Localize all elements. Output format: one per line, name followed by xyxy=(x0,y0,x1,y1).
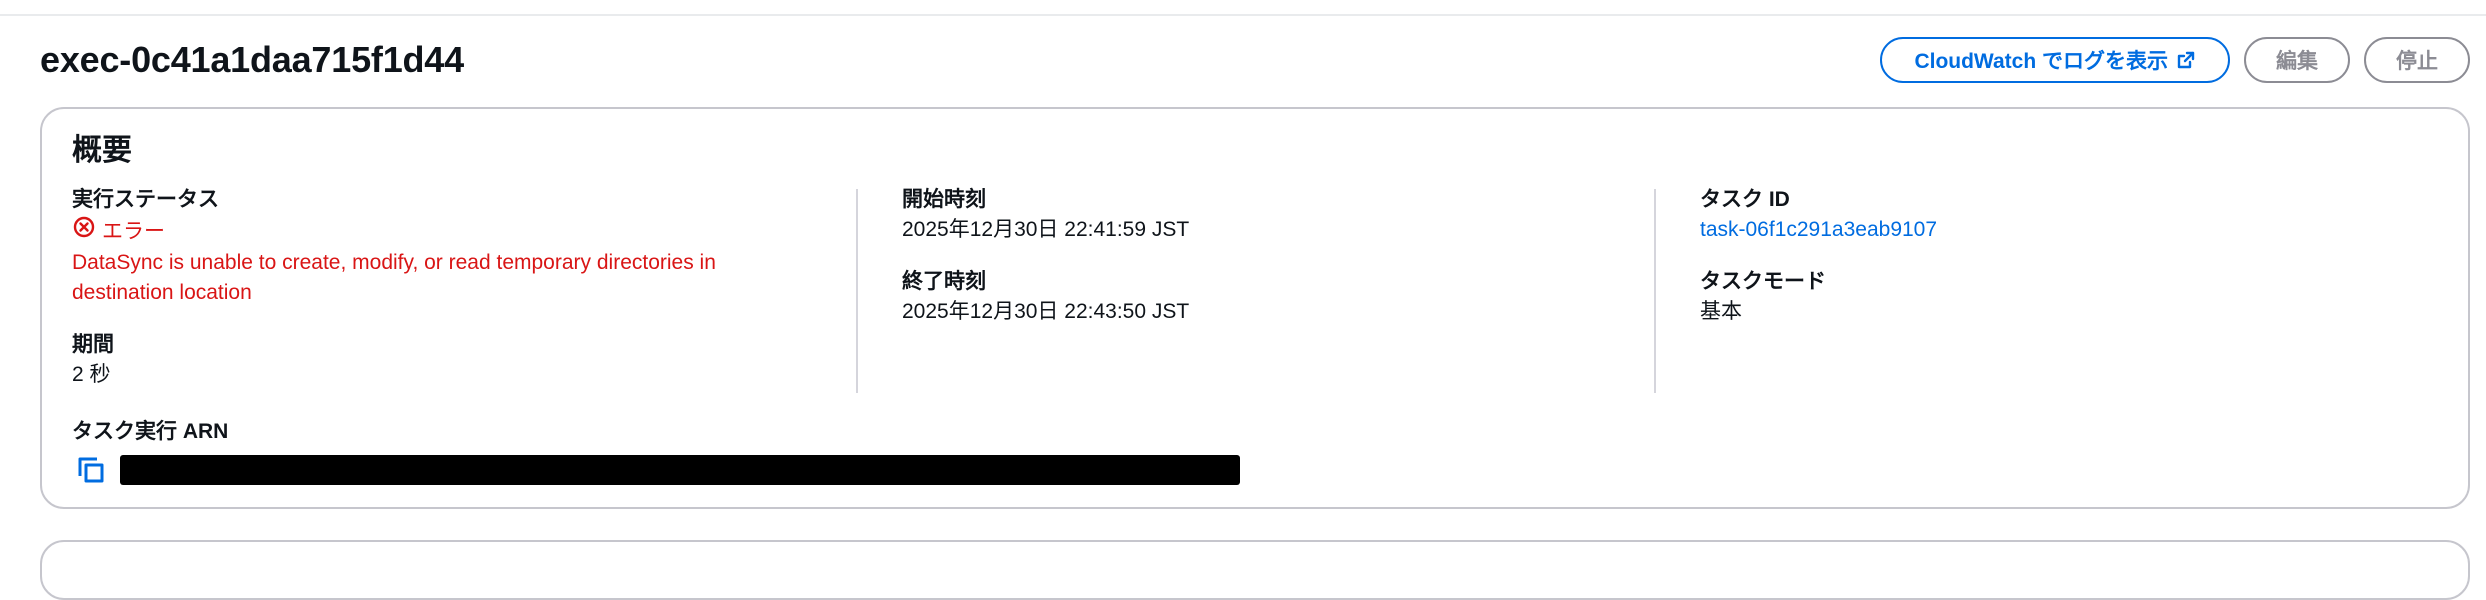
end-time-field: 終了時刻 2025年12月30日 22:43:50 JST xyxy=(902,267,1662,327)
end-time-label: 終了時刻 xyxy=(902,270,986,293)
task-id-link[interactable]: task-06f1c291a3eab9107 xyxy=(1700,218,1937,241)
status-value: エラー xyxy=(102,219,165,243)
top-divider xyxy=(0,0,2486,16)
copy-icon[interactable] xyxy=(72,451,110,489)
column-divider xyxy=(1654,189,1656,393)
status-indicator: エラー xyxy=(72,215,832,248)
start-time-value: 2025年12月30日 22:41:59 JST xyxy=(902,218,1190,241)
page-title: exec-0c41a1daa715f1d44 xyxy=(40,39,464,80)
column-divider xyxy=(856,189,858,393)
execution-status-label: 実行ステータス xyxy=(72,188,219,211)
task-mode-value: 基本 xyxy=(1700,300,1742,323)
summary-title: 概要 xyxy=(72,134,132,167)
start-time-label: 開始時刻 xyxy=(902,188,986,211)
edit-button[interactable]: 編集 xyxy=(2244,37,2350,83)
error-message: DataSync is unable to create, modify, or… xyxy=(72,251,716,304)
redacted-arn-value xyxy=(120,455,1240,485)
external-link-icon xyxy=(2176,50,2196,70)
task-execution-arn-label: タスク実行 ARN xyxy=(72,420,229,443)
task-mode-label: タスクモード xyxy=(1700,270,1826,293)
arn-row xyxy=(72,451,1272,489)
summary-column-3: タスク ID task-06f1c291a3eab9107 タスクモード 基本 xyxy=(1700,185,2440,349)
summary-column-1: 実行ステータス エラー DataSync is unable to create… xyxy=(72,185,832,412)
end-time-value: 2025年12月30日 22:43:50 JST xyxy=(902,300,1190,323)
duration-field: 期間 2 秒 xyxy=(72,330,832,390)
task-mode-field: タスクモード 基本 xyxy=(1700,267,2440,327)
page-header: exec-0c41a1daa715f1d44 CloudWatch でログを表示… xyxy=(40,36,2470,84)
execution-status-field: 実行ステータス エラー DataSync is unable to create… xyxy=(72,185,832,308)
error-circle-icon xyxy=(72,215,96,248)
summary-column-2: 開始時刻 2025年12月30日 22:41:59 JST 終了時刻 2025年… xyxy=(902,185,1662,349)
stop-button[interactable]: 停止 xyxy=(2364,37,2470,83)
task-id-field: タスク ID task-06f1c291a3eab9107 xyxy=(1700,185,2440,245)
task-id-label: タスク ID xyxy=(1700,188,1790,211)
next-container xyxy=(40,540,2470,600)
duration-value: 2 秒 xyxy=(72,363,111,386)
task-execution-arn-field: タスク実行 ARN xyxy=(72,417,1272,489)
duration-label: 期間 xyxy=(72,333,114,356)
cloudwatch-button-label: CloudWatch でログを表示 xyxy=(1914,50,2168,73)
view-logs-in-cloudwatch-button[interactable]: CloudWatch でログを表示 xyxy=(1880,37,2230,83)
start-time-field: 開始時刻 2025年12月30日 22:41:59 JST xyxy=(902,185,1662,245)
summary-container: 概要 実行ステータス エラー DataSync is unable to cre… xyxy=(40,107,2470,509)
header-actions: CloudWatch でログを表示 編集 停止 xyxy=(1880,36,2470,84)
